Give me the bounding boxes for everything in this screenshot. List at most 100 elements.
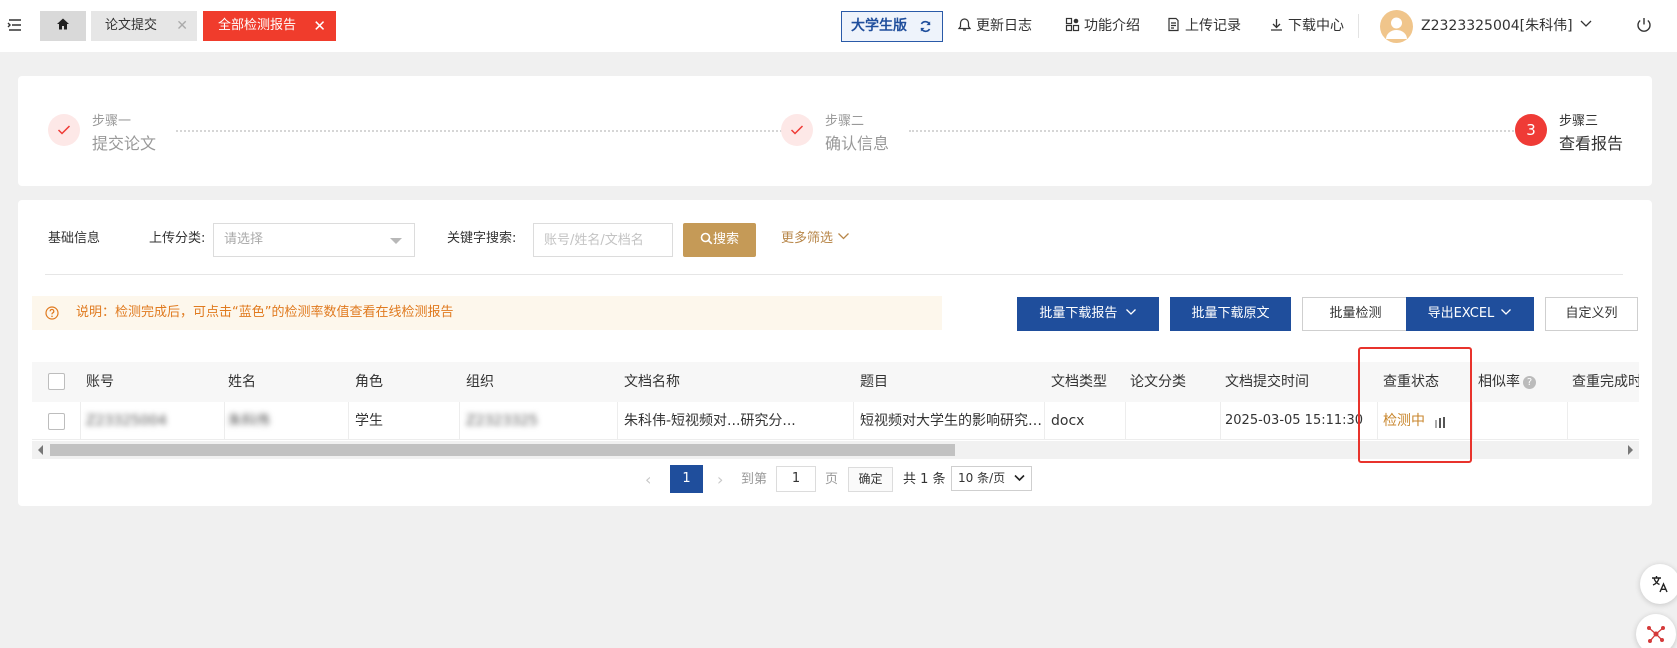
tab-all-reports[interactable]: 全部检测报告 ✕	[203, 11, 336, 41]
goto-page-input[interactable]: 1	[776, 466, 816, 492]
page-unit-label: 页	[825, 472, 839, 487]
batch-download-report-button[interactable]: 批量下载报告	[1017, 297, 1159, 331]
tab-label: 论文提交	[105, 18, 158, 33]
col-doc-type[interactable]: 文档类型	[1051, 362, 1107, 402]
col-divider	[1472, 402, 1473, 440]
nav-feature-intro[interactable]: 功能介绍	[1065, 15, 1140, 37]
download-icon	[1271, 19, 1282, 31]
assistant-button[interactable]	[1636, 614, 1676, 648]
cell-doc-type: docx	[1051, 413, 1085, 429]
page-current[interactable]: 1	[670, 465, 703, 493]
batch-check-button[interactable]: 批量检测	[1302, 297, 1409, 331]
step-3-sub: 步骤三	[1559, 114, 1599, 129]
search-button[interactable]: 搜索	[683, 223, 756, 257]
chevron-down-icon	[1501, 309, 1512, 315]
export-excel-button[interactable]: 导出EXCEL	[1406, 297, 1534, 331]
col-account[interactable]: 账号	[86, 362, 114, 402]
scroll-left-icon[interactable]	[38, 445, 43, 455]
batch-download-original-button[interactable]: 批量下载原文	[1170, 297, 1291, 331]
button-label: 导出EXCEL	[1427, 306, 1495, 321]
caret-down-icon	[390, 238, 402, 244]
keyword-search-input[interactable]	[533, 223, 673, 257]
question-circle-icon	[45, 306, 59, 320]
col-doc-name[interactable]: 文档名称	[624, 362, 680, 402]
home-icon	[57, 18, 69, 30]
version-switch-button[interactable]: 大学生版	[841, 11, 943, 42]
search-label: 搜索	[712, 232, 739, 247]
goto-label: 到第	[741, 472, 768, 487]
col-divider	[617, 402, 618, 440]
next-page-icon[interactable]: ›	[717, 467, 723, 493]
nav-label: 功能介绍	[1084, 18, 1140, 34]
help-icon[interactable]: ?	[1523, 376, 1536, 389]
select-all-checkbox[interactable]	[48, 373, 65, 390]
user-name: Z2323325004[朱科伟]	[1421, 18, 1573, 34]
grid-icon	[1065, 17, 1080, 32]
scroll-right-icon[interactable]	[1628, 445, 1633, 455]
custom-columns-button[interactable]: 自定义列	[1545, 297, 1638, 331]
page-size-value: 10 条/页	[958, 471, 1006, 485]
total-count: 共 1 条	[903, 472, 946, 487]
step-2-check-icon	[781, 114, 813, 146]
more-filters-toggle[interactable]: 更多筛选	[781, 229, 850, 249]
nav-label: 上传记录	[1185, 18, 1241, 34]
nav-upload-records[interactable]: 上传记录	[1166, 15, 1241, 37]
step-connector	[176, 130, 786, 132]
notice-banner: 说明：检测完成后，可点击“蓝色”的检测率数值查看在线检测报告	[32, 296, 942, 330]
top-bar: 论文提交 ✕ 全部检测报告 ✕ 大学生版 更新日志 功能介绍 上传记录 下载中心…	[0, 0, 1677, 52]
scrollbar-thumb[interactable]	[50, 444, 955, 456]
col-divider	[1220, 402, 1221, 440]
goto-confirm-button[interactable]: 确定	[848, 467, 893, 492]
col-divider	[80, 402, 81, 440]
prev-page-icon[interactable]: ‹	[645, 467, 651, 493]
nav-label: 下载中心	[1288, 18, 1344, 34]
button-label: 自定义列	[1565, 306, 1618, 321]
menu-toggle-icon[interactable]	[6, 16, 24, 34]
user-menu[interactable]: Z2323325004[朱科伟]	[1421, 15, 1593, 37]
cell-org: Z2323325	[466, 413, 538, 429]
col-role[interactable]: 角色	[355, 362, 383, 402]
power-icon[interactable]	[1635, 16, 1653, 34]
col-title[interactable]: 题目	[860, 362, 888, 402]
close-icon[interactable]: ✕	[313, 11, 326, 41]
chevron-down-icon	[838, 233, 850, 240]
select-placeholder: 请选择	[224, 232, 264, 247]
chevron-down-icon	[1014, 474, 1025, 482]
basic-info-label: 基础信息	[48, 231, 101, 246]
tab-home[interactable]	[40, 11, 86, 41]
col-name[interactable]: 姓名	[228, 362, 256, 402]
col-submit-time[interactable]: 文档提交时间	[1225, 362, 1309, 402]
sync-icon	[920, 20, 931, 33]
step-2-title: 确认信息	[825, 134, 890, 153]
col-divider	[1125, 402, 1126, 440]
col-similarity[interactable]: 相似率?	[1478, 362, 1536, 402]
button-label: 批量下载原文	[1191, 306, 1270, 321]
col-divider	[1044, 402, 1045, 440]
cell-submit-time: 2025-03-05 15:11:30	[1225, 413, 1364, 428]
upload-category-label: 上传分类:	[149, 231, 206, 246]
col-divider	[1567, 402, 1568, 440]
col-org[interactable]: 组织	[466, 362, 494, 402]
step-2-sub: 步骤二	[825, 114, 865, 129]
cell-name: 朱科伟	[228, 413, 270, 429]
page-size-select[interactable]: 10 条/页	[951, 466, 1032, 491]
avatar[interactable]	[1380, 10, 1413, 43]
close-icon[interactable]: ✕	[176, 11, 188, 41]
upload-category-select[interactable]: 请选择	[213, 223, 415, 257]
col-paper-category[interactable]: 论文分类	[1130, 362, 1186, 402]
search-icon	[700, 232, 713, 245]
col-finish-time[interactable]: 查重完成时	[1572, 362, 1639, 402]
button-label: 批量检测	[1329, 306, 1382, 321]
cell-account: Z23325004	[86, 413, 167, 429]
col-divider	[853, 402, 854, 440]
tab-paper-submit[interactable]: 论文提交 ✕	[91, 11, 197, 41]
step-1-check-icon	[48, 114, 80, 146]
document-list-icon	[1168, 17, 1179, 32]
translate-button[interactable]	[1640, 564, 1677, 604]
keyword-label: 关键字搜索:	[447, 231, 517, 246]
step-3-title: 查看报告	[1559, 134, 1624, 153]
nav-update-log[interactable]: 更新日志	[957, 15, 1032, 37]
nav-download-center[interactable]: 下载中心	[1269, 15, 1344, 37]
row-checkbox[interactable]	[48, 413, 65, 430]
version-label: 大学生版	[851, 18, 907, 34]
